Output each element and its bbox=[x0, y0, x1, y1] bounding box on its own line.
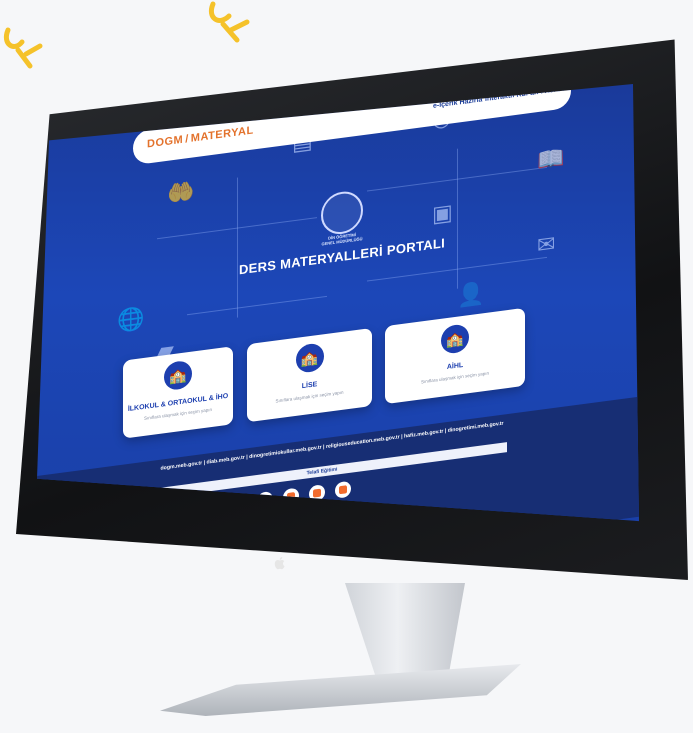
monitor-screen: 🤲 ▤ ◎ 📖 🌐 ▰ ▣ ✉ 👤 DOGM/MATERYAL e-İçerik… bbox=[37, 84, 639, 522]
praying-hands-icon: 🤲 bbox=[167, 178, 195, 207]
card-ilkokul[interactable]: 🏫 İLKOKUL & ORTAOKUL & İHO Sınıflara ula… bbox=[123, 346, 233, 439]
school-building-icon: 🏫 bbox=[295, 342, 324, 374]
user-icon: 👤 bbox=[457, 280, 485, 309]
kaaba-icon: ▣ bbox=[432, 199, 453, 227]
mail-icon: ✉ bbox=[537, 230, 556, 259]
ministry-emblem-icon bbox=[321, 189, 363, 237]
squiggle-left-icon bbox=[4, 27, 43, 69]
school-building-icon: 🏫 bbox=[441, 323, 469, 355]
card-lise[interactable]: 🏫 LİSE Sınıflara ulaşmak için seçim yapı… bbox=[247, 327, 372, 423]
book-icon: 📖 bbox=[537, 144, 565, 174]
telegram-icon[interactable] bbox=[335, 480, 351, 499]
apple-logo-icon bbox=[274, 557, 285, 570]
school-building-icon: 🏫 bbox=[164, 359, 192, 392]
card-aihl[interactable]: 🏫 AİHL Sınıflara ulaşmak için seçim yapı… bbox=[385, 307, 525, 405]
globe-icon: 🌐 bbox=[117, 304, 145, 334]
squiggle-right-icon bbox=[209, 1, 250, 43]
monitor-base bbox=[160, 664, 521, 716]
